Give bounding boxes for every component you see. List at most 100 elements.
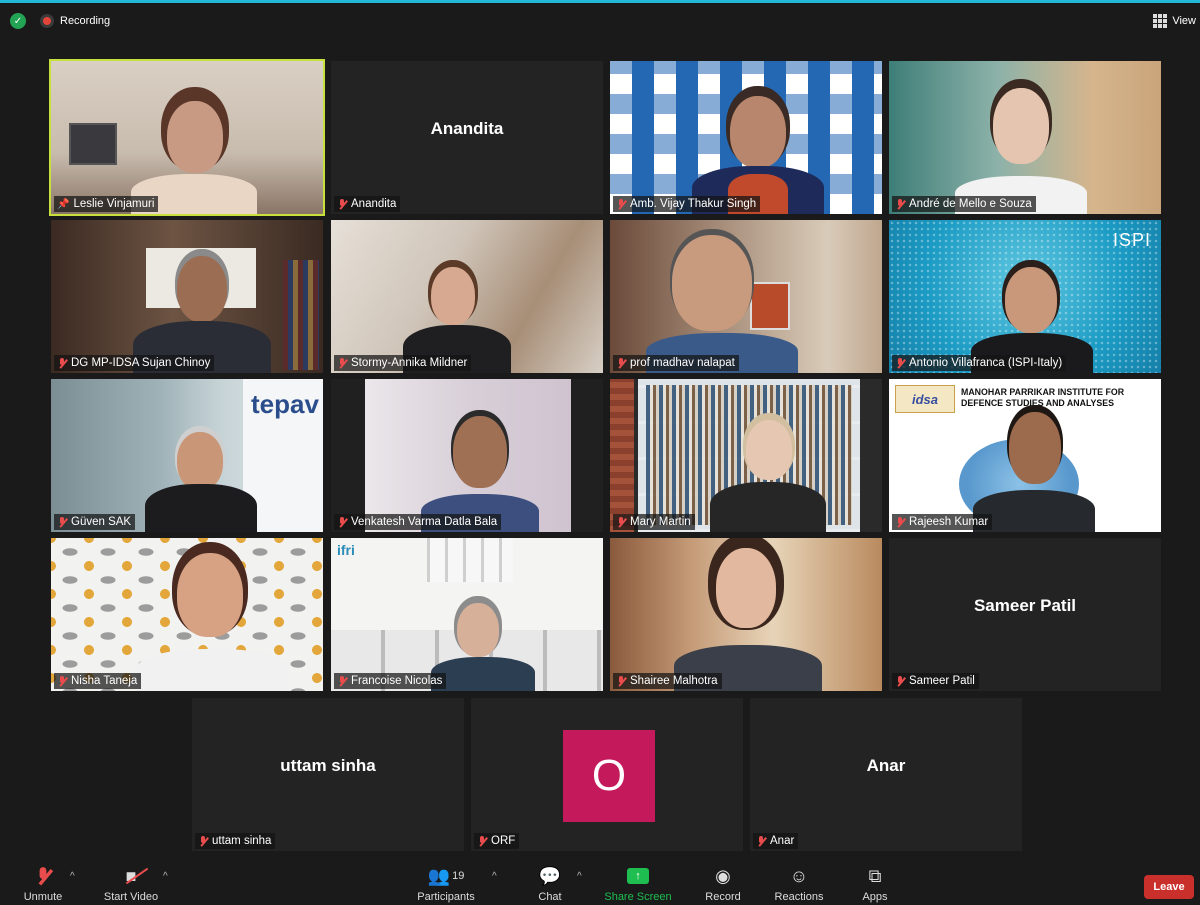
participants-label: Participants xyxy=(417,891,475,903)
chat-button[interactable]: 💬 Chat xyxy=(534,865,566,904)
participant-name-label: Stormy-Annika Mildner xyxy=(334,355,472,371)
mic-muted-icon xyxy=(895,198,905,210)
participant-name-label: Sameer Patil xyxy=(892,673,979,689)
participant-name-label: Güven SAK xyxy=(54,514,136,530)
security-shield-icon[interactable]: ✓ xyxy=(10,13,26,29)
recording-dot-icon xyxy=(40,14,54,28)
video-tile-sameer-patil[interactable]: Sameer Patil Sameer Patil xyxy=(889,538,1161,691)
share-screen-button[interactable]: ↑ Share Screen xyxy=(603,865,673,903)
participant-display-name: uttam sinha xyxy=(280,755,376,775)
participants-options-chevron-icon[interactable]: ^ xyxy=(492,871,497,882)
reactions-label: Reactions xyxy=(774,891,824,903)
video-tile-orf[interactable]: O ORF xyxy=(471,698,743,851)
participants-button[interactable]: 👥 19 Participants xyxy=(414,865,478,904)
mic-muted-icon xyxy=(616,675,626,687)
video-tile-vijay-thakur-singh[interactable]: Amb. Vijay Thakur Singh xyxy=(610,61,882,214)
video-camera-off-icon: ■ xyxy=(125,865,148,887)
participant-display-name: Anar xyxy=(866,755,906,775)
video-tile-uttam-sinha[interactable]: uttam sinha uttam sinha xyxy=(192,698,464,851)
participants-icon: 👥 19 xyxy=(427,865,465,886)
video-options-chevron-icon[interactable]: ^ xyxy=(163,871,168,882)
chat-bubble-icon: 💬 xyxy=(538,865,562,886)
tepav-logo-text: tepav xyxy=(251,389,319,419)
mic-muted-icon xyxy=(57,516,67,528)
meeting-toolbar: Unmute ^ ■ Start Video ^ 👥 19 Participant… xyxy=(0,857,1200,905)
video-tile-anar[interactable]: Anar Anar xyxy=(750,698,1022,851)
idsa-banner-title: MANOHAR PARRIKAR INSTITUTE FOR DEFENCE S… xyxy=(961,387,1125,408)
view-button[interactable]: View xyxy=(1153,11,1200,31)
participants-count: 19 xyxy=(452,870,465,882)
apps-button[interactable]: ⧉ Apps xyxy=(860,865,890,904)
avatar: O xyxy=(563,730,655,822)
participant-name-label: Rajeesh Kumar xyxy=(892,514,993,530)
audio-options-chevron-icon[interactable]: ^ xyxy=(70,871,75,882)
chat-options-chevron-icon[interactable]: ^ xyxy=(577,871,582,882)
participant-name-label: Anar xyxy=(753,833,799,849)
mic-muted-icon xyxy=(616,516,626,528)
video-tile-andre-de-mello-e-souza[interactable]: André de Mello e Souza xyxy=(889,61,1161,214)
video-tile-leslie-vinjamuri[interactable]: 📌 Leslie Vinjamuri xyxy=(49,59,325,216)
participant-video xyxy=(331,220,603,373)
mic-muted-icon xyxy=(337,675,347,687)
recording-indicator[interactable]: Recording xyxy=(40,11,110,31)
record-button[interactable]: ◉ Record xyxy=(703,865,743,904)
grid-view-icon xyxy=(1153,14,1168,28)
unmute-button[interactable]: Unmute xyxy=(20,865,66,903)
participant-video: ISPI xyxy=(889,220,1161,373)
participant-name-label: Shairee Malhotra xyxy=(613,673,722,689)
video-tile-nisha-taneja[interactable]: Nisha Taneja xyxy=(51,538,323,691)
video-tile-anandita[interactable]: Anandita Anandita xyxy=(331,61,603,214)
participant-name-label: DG MP-IDSA Sujan Chinoy xyxy=(54,355,215,371)
participant-video xyxy=(51,538,323,691)
participant-name-label: Antonio Villafranca (ISPI-Italy) xyxy=(892,355,1067,371)
participant-video xyxy=(889,61,1161,214)
start-video-button[interactable]: ■ Start Video xyxy=(100,865,162,904)
ispi-logo-text: ISPI xyxy=(1112,230,1151,250)
video-tile-antonio-villafranca[interactable]: ISPI Antonio Villafranca (ISPI-Italy) xyxy=(889,220,1161,373)
video-tile-venkatesh-varma[interactable]: Venkatesh Varma Datla Bala xyxy=(331,379,603,532)
participant-name-label: André de Mello e Souza xyxy=(892,196,1036,212)
ifri-logo-text: ifri xyxy=(337,542,355,558)
video-tile-guven-sak[interactable]: tepav Güven SAK xyxy=(51,379,323,532)
mic-muted-icon xyxy=(337,198,347,210)
participant-name-label: prof madhav nalapat xyxy=(613,355,739,371)
view-label: View xyxy=(1172,15,1196,27)
unmute-label: Unmute xyxy=(23,891,63,903)
participant-display-name: Sameer Patil xyxy=(973,595,1077,615)
participant-video xyxy=(610,379,882,532)
video-tile-shairee-malhotra[interactable]: Shairee Malhotra xyxy=(610,538,882,691)
video-tile-francoise-nicolas[interactable]: ifri Francoise Nicolas xyxy=(331,538,603,691)
apps-label: Apps xyxy=(862,891,888,903)
mic-muted-icon xyxy=(337,357,347,369)
microphone-muted-icon xyxy=(38,865,48,887)
recording-label: Recording xyxy=(60,15,111,27)
participant-video: tepav xyxy=(51,379,323,532)
video-tile-sujan-chinoy[interactable]: DG MP-IDSA Sujan Chinoy xyxy=(51,220,323,373)
video-tile-rajeesh-kumar[interactable]: idsa MANOHAR PARRIKAR INSTITUTE FOR DEFE… xyxy=(889,379,1161,532)
record-icon: ◉ xyxy=(715,865,731,886)
reactions-button[interactable]: ☺ Reactions xyxy=(772,865,826,904)
participant-video xyxy=(610,538,882,691)
participant-name-label: Mary Martin xyxy=(613,514,695,530)
participant-name-label: Francoise Nicolas xyxy=(334,673,447,689)
participant-name-label: Amb. Vijay Thakur Singh xyxy=(613,196,761,212)
participant-name-label: Nisha Taneja xyxy=(54,673,142,689)
leave-button[interactable]: Leave xyxy=(1144,875,1194,899)
participant-display-name: Anandita xyxy=(430,118,504,138)
mic-muted-icon xyxy=(57,357,67,369)
participant-name-label: Venkatesh Varma Datla Bala xyxy=(334,514,502,530)
mic-muted-icon xyxy=(895,516,905,528)
participant-video: idsa MANOHAR PARRIKAR INSTITUTE FOR DEFE… xyxy=(889,379,1161,532)
video-tile-madhav-nalapat[interactable]: prof madhav nalapat xyxy=(610,220,882,373)
mic-muted-icon xyxy=(895,675,905,687)
participant-name-label: ORF xyxy=(474,833,520,849)
participant-video xyxy=(51,220,323,373)
participant-name-label: 📌 Leslie Vinjamuri xyxy=(54,196,159,212)
mic-muted-icon xyxy=(895,357,905,369)
video-tile-stormy-annika-mildner[interactable]: Stormy-Annika Mildner xyxy=(331,220,603,373)
smiley-plus-icon: ☺ xyxy=(789,865,809,886)
share-screen-arrow-icon: ↑ xyxy=(627,868,649,884)
video-tile-mary-martin[interactable]: Mary Martin xyxy=(610,379,882,532)
participant-video xyxy=(331,379,603,532)
start-video-label: Start Video xyxy=(103,891,159,903)
